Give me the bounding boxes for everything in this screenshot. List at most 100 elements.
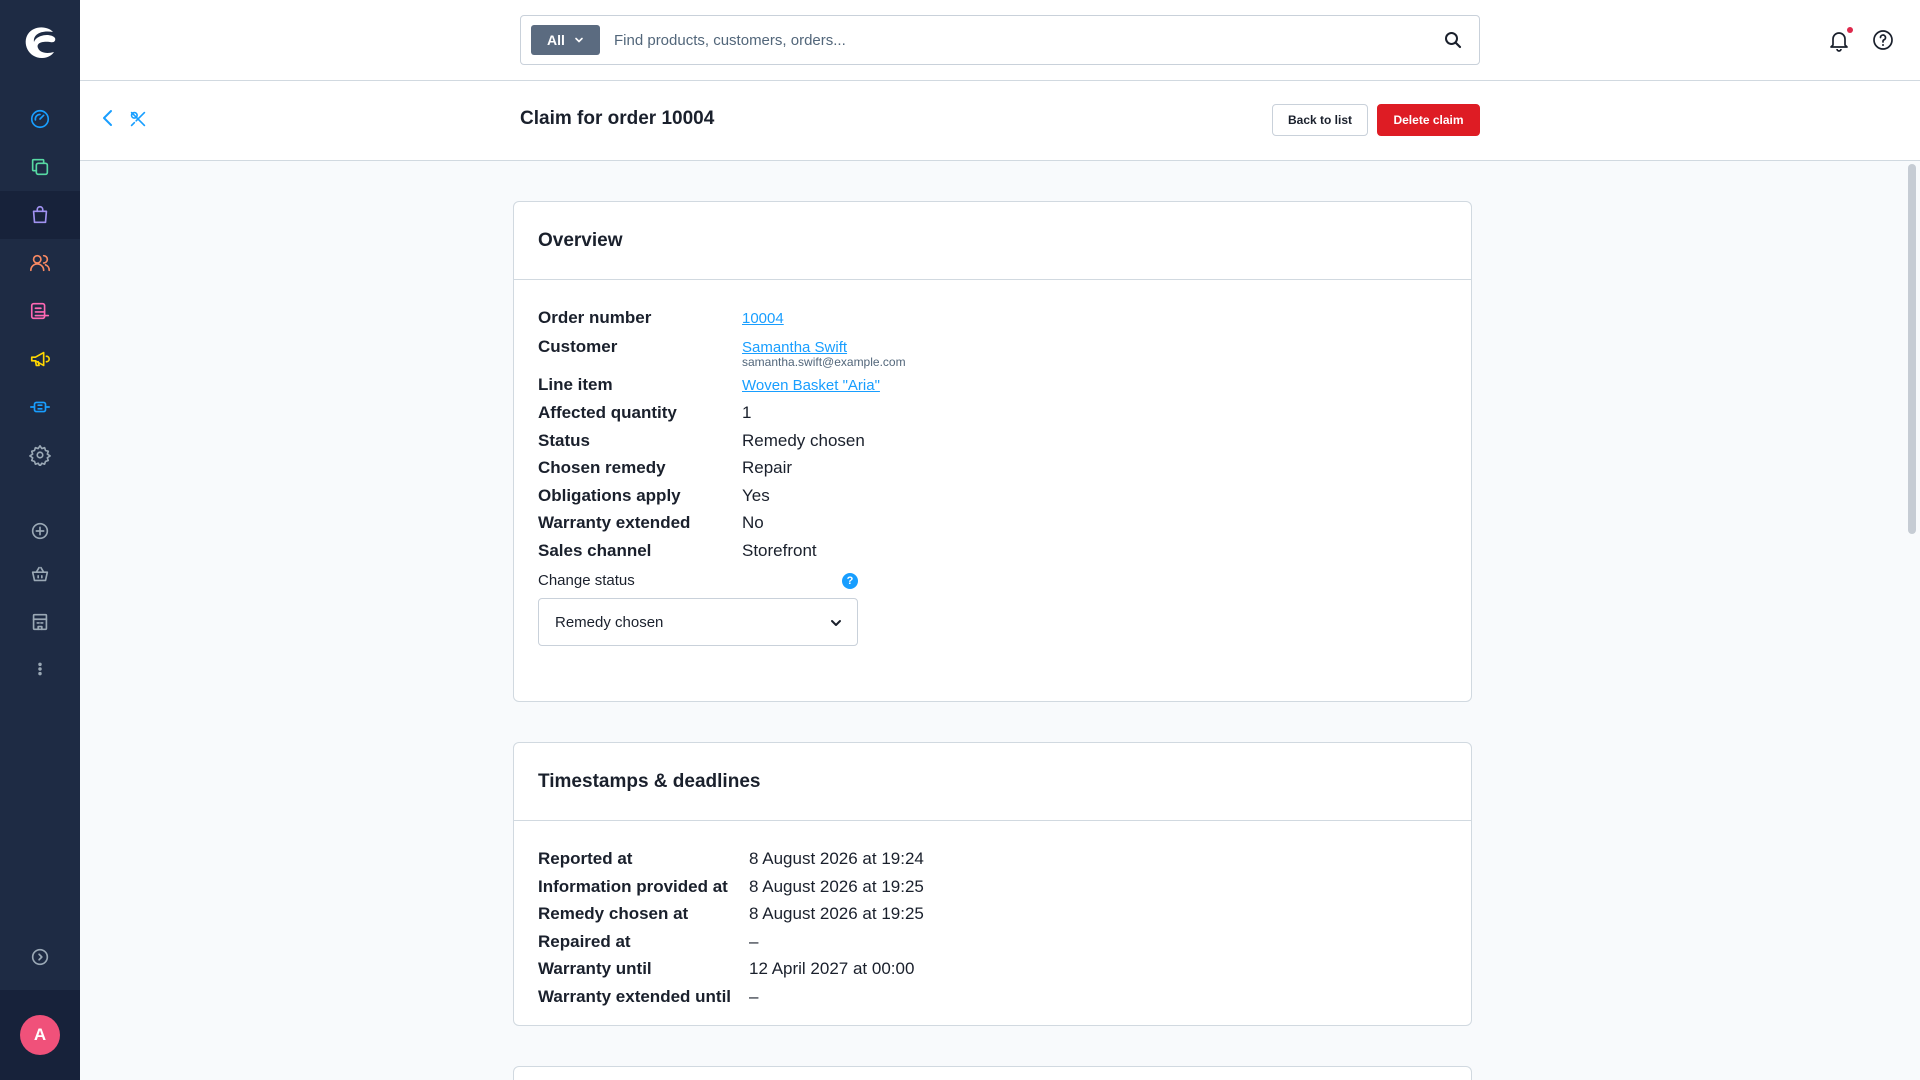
- nav-storefront[interactable]: [0, 550, 80, 598]
- overview-card: Overview Order number 10004 Customer Sam…: [513, 201, 1472, 702]
- change-status-select[interactable]: Remedy chosen: [538, 598, 858, 646]
- settings-icon: [29, 445, 51, 466]
- warranty-extended-value: No: [742, 513, 764, 532]
- change-status-label: Change status: [538, 572, 635, 589]
- timestamps-card: Timestamps & deadlines Reported at 8 Aug…: [513, 742, 1472, 1026]
- top-bar: All: [80, 0, 1920, 81]
- obligations-apply-value: Yes: [742, 485, 770, 505]
- back-arrow-icon[interactable]: [98, 108, 118, 128]
- back-to-list-button[interactable]: Back to list: [1272, 104, 1368, 136]
- change-status-value: Remedy chosen: [555, 613, 664, 631]
- nav-customers[interactable]: [0, 239, 80, 287]
- shopware-logo[interactable]: [20, 22, 60, 62]
- collapse-menu-icon: [31, 948, 49, 966]
- chosen-remedy-value: Repair: [742, 458, 793, 477]
- dashboard-icon: [30, 109, 50, 129]
- customers-icon: [30, 254, 50, 272]
- tools-icon[interactable]: [127, 108, 149, 130]
- nav-collapse-menu[interactable]: [0, 933, 80, 981]
- warranty-extended-label: Warranty extended: [538, 513, 691, 532]
- global-search: All: [520, 15, 1480, 65]
- warranty-extended-until-label: Warranty extended until: [538, 986, 732, 1006]
- chevron-down-icon: [575, 37, 583, 43]
- page-title: Claim for order 10004: [520, 108, 715, 129]
- catalog-icon: [31, 158, 49, 176]
- nav-dashboard[interactable]: [0, 95, 80, 143]
- repaired-at-value: –: [749, 931, 759, 951]
- line-item-link[interactable]: Woven Basket "Aria": [742, 377, 880, 394]
- line-item-label: Line item: [538, 374, 613, 394]
- reported-at-value: 8 August 2026 at 19:24: [749, 849, 924, 868]
- delete-claim-button[interactable]: Delete claim: [1377, 104, 1480, 136]
- order-number-row: Order number 10004: [538, 304, 1447, 333]
- search-input[interactable]: [614, 31, 1394, 49]
- status-row: Status Remedy chosen: [538, 427, 1447, 455]
- affected-quantity-row: Affected quantity 1: [538, 399, 1447, 427]
- nav-marketing[interactable]: [0, 335, 80, 383]
- extensions-icon: [30, 401, 50, 413]
- search-type-select[interactable]: All: [531, 25, 600, 55]
- storefront-icon: [31, 566, 49, 582]
- warranty-extended-until-value: –: [749, 986, 759, 1006]
- sidebar: A: [0, 0, 80, 1080]
- information-provided-at-row: Information provided at 8 August 2026 at…: [538, 873, 1447, 901]
- sales-channel-value: Storefront: [742, 540, 817, 560]
- warranty-until-row: Warranty until 12 April 2027 at 00:00: [538, 955, 1447, 983]
- repaired-at-label: Repaired at: [538, 931, 631, 951]
- avatar[interactable]: A: [20, 1015, 60, 1055]
- customer-email: samantha.swift@example.com: [742, 354, 906, 369]
- information-provided-at-label: Information provided at: [538, 876, 728, 896]
- status-value: Remedy chosen: [742, 430, 865, 450]
- nav-extensions[interactable]: [0, 383, 80, 431]
- remedy-chosen-at-value: 8 August 2026 at 19:25: [749, 904, 924, 923]
- warranty-until-label: Warranty until: [538, 959, 652, 978]
- nav-content[interactable]: [0, 287, 80, 335]
- sales-channel-row: Sales channel Storefront: [538, 537, 1447, 565]
- repaired-at-row: Repaired at –: [538, 928, 1447, 956]
- nav-more[interactable]: [0, 645, 80, 693]
- chevron-down-icon: [831, 620, 841, 626]
- help-icon[interactable]: [1871, 28, 1895, 52]
- scrollbar[interactable]: [1904, 162, 1920, 1080]
- orders-icon: [32, 205, 48, 224]
- remedy-chosen-at-label: Remedy chosen at: [538, 904, 689, 923]
- timestamps-card-title: Timestamps & deadlines: [514, 743, 1471, 821]
- order-number-label: Order number: [538, 308, 652, 327]
- next-card: [513, 1066, 1472, 1080]
- nav-add-sales-channel[interactable]: [0, 507, 80, 555]
- remedy-chosen-at-row: Remedy chosen at 8 August 2026 at 19:25: [538, 900, 1447, 928]
- marketing-icon: [30, 351, 50, 367]
- affected-quantity-label: Affected quantity: [538, 403, 677, 422]
- warranty-extended-row: Warranty extended No: [538, 509, 1447, 537]
- chosen-remedy-row: Chosen remedy Repair: [538, 454, 1447, 482]
- search-type-label: All: [547, 32, 565, 48]
- nav-store[interactable]: [0, 598, 80, 646]
- scrollbar-thumb[interactable]: [1908, 164, 1916, 534]
- customer-label: Customer: [538, 336, 618, 356]
- sales-channel-label: Sales channel: [538, 540, 652, 560]
- affected-quantity-value: 1: [742, 403, 752, 422]
- user-menu[interactable]: A: [0, 990, 80, 1080]
- store-icon: [32, 613, 48, 631]
- nav-settings[interactable]: [0, 431, 80, 479]
- nav-catalog[interactable]: [0, 143, 80, 191]
- more-icon: [38, 662, 42, 676]
- obligations-apply-row: Obligations apply Yes: [538, 482, 1447, 510]
- reported-at-label: Reported at: [538, 849, 633, 868]
- warranty-extended-until-row: Warranty extended until –: [538, 983, 1447, 1011]
- overview-card-title: Overview: [514, 202, 1471, 280]
- obligations-apply-label: Obligations apply: [538, 485, 681, 505]
- customer-link[interactable]: Samantha Swift: [742, 339, 847, 356]
- nav-orders[interactable]: [0, 191, 80, 239]
- warranty-until-value: 12 April 2027 at 00:00: [749, 959, 915, 978]
- chosen-remedy-label: Chosen remedy: [538, 458, 666, 477]
- search-icon[interactable]: [1443, 30, 1463, 50]
- status-label: Status: [538, 430, 590, 450]
- add-sales-channel-icon: [31, 522, 49, 540]
- customer-row: Customer Samantha Swift samantha.swift@e…: [538, 333, 1447, 369]
- content-icon: [30, 302, 50, 320]
- information-provided-at-value: 8 August 2026 at 19:25: [749, 876, 924, 896]
- reported-at-row: Reported at 8 August 2026 at 19:24: [538, 845, 1447, 873]
- order-number-link[interactable]: 10004: [742, 310, 784, 327]
- help-tooltip-icon[interactable]: ?: [842, 573, 858, 589]
